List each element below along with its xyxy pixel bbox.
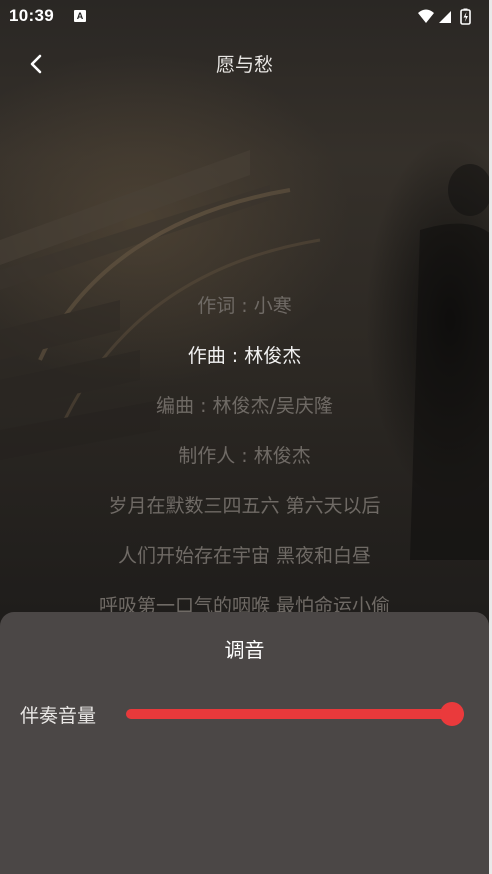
lyric-line: 编曲 : 林俊杰/吴庆隆: [156, 395, 333, 417]
tuning-sheet: 调音 伴奏音量: [0, 612, 489, 874]
lyric-line: 制作人 : 林俊杰: [178, 445, 311, 467]
notification-icon: A: [74, 10, 86, 22]
song-title: 愿与愁: [215, 54, 273, 76]
sheet-title: 调音: [224, 638, 265, 662]
lyric-line: 岁月在默数三四五六 第六天以后: [108, 495, 381, 517]
lyric-line: 作词 : 小寒: [197, 295, 292, 317]
status-icons: [417, 8, 477, 26]
lyrics-view[interactable]: 作词 : 小寒 作曲 : 林俊杰 编曲 : 林俊杰/吴庆隆 制作人 : 林俊杰 …: [0, 286, 489, 636]
wifi-icon: [418, 9, 434, 23]
accompaniment-volume-label: 伴奏音量: [20, 705, 97, 727]
battery-charging-icon: [460, 8, 471, 25]
status-bar: 10:39 A: [0, 0, 489, 34]
accompaniment-volume-slider[interactable]: [126, 702, 464, 726]
status-time: 10:39: [9, 6, 54, 25]
lyric-line-current: 作曲 : 林俊杰: [187, 345, 302, 367]
lyric-line: 人们开始存在宇宙 黑夜和白昼: [117, 545, 372, 567]
slider-thumb[interactable]: [440, 702, 464, 726]
signal-icon: [439, 11, 451, 23]
slider-fill: [126, 709, 464, 719]
